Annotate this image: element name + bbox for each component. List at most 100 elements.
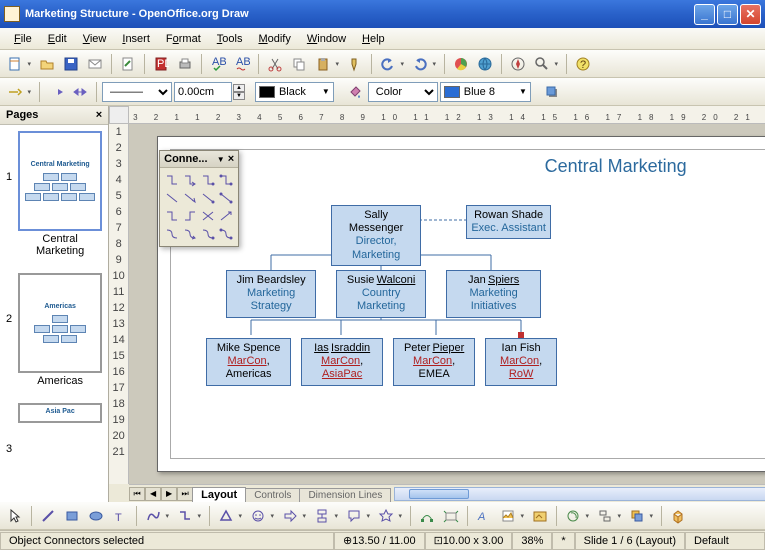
line-style-select[interactable]: ——— xyxy=(102,82,172,102)
palette-menu-icon[interactable]: ▼ xyxy=(217,155,225,164)
fill-type-select[interactable]: Color xyxy=(368,82,438,102)
minimize-button[interactable]: _ xyxy=(694,4,715,25)
print-button[interactable] xyxy=(174,53,196,75)
page-thumbnail[interactable]: Central Marketing xyxy=(18,131,102,231)
block-arrows-tool[interactable] xyxy=(279,505,301,527)
org-box[interactable]: Sally MessengerDirector, Marketing xyxy=(331,205,421,266)
save-button[interactable] xyxy=(60,53,82,75)
connector-icon[interactable] xyxy=(182,172,198,188)
format-paintbrush-button[interactable] xyxy=(344,53,366,75)
gallery-tool[interactable] xyxy=(529,505,551,527)
connector-icon[interactable] xyxy=(182,208,198,224)
export-pdf-button[interactable]: PDF xyxy=(150,53,172,75)
tab-nav-prev[interactable]: ◀ xyxy=(145,487,161,501)
vertical-ruler[interactable]: 123456789101112131415161718192021 xyxy=(109,124,129,484)
connector-icon[interactable] xyxy=(218,172,234,188)
connector-icon[interactable] xyxy=(182,190,198,206)
edit-file-button[interactable] xyxy=(117,53,139,75)
navigator-button[interactable] xyxy=(507,53,529,75)
sheet-tab-controls[interactable]: Controls xyxy=(245,488,300,502)
connector-icon[interactable] xyxy=(200,226,216,242)
symbol-shapes-tool[interactable] xyxy=(247,505,269,527)
menu-insert[interactable]: Insert xyxy=(114,30,158,48)
connector-icon[interactable] xyxy=(164,226,180,242)
menu-window[interactable]: Window xyxy=(299,30,354,48)
paint-bucket-icon[interactable] xyxy=(344,81,366,103)
connector-icon[interactable] xyxy=(218,226,234,242)
org-box[interactable]: Jim BeardsleyMarketing Strategy xyxy=(226,270,316,318)
pages-panel-close-icon[interactable]: × xyxy=(96,109,102,121)
sheet-tab-layout[interactable]: Layout xyxy=(192,487,246,502)
flowchart-tool[interactable] xyxy=(311,505,333,527)
auto-spellcheck-button[interactable]: ABC xyxy=(231,53,253,75)
connectors-palette[interactable]: Conne... ▼ × xyxy=(159,150,239,247)
menu-file[interactable]: FFileile xyxy=(6,30,40,48)
undo-button[interactable] xyxy=(377,53,399,75)
page-thumbnail[interactable]: Americas xyxy=(18,273,102,373)
org-box[interactable]: Mike SpenceMarCon, Americas xyxy=(206,338,291,386)
chart-button[interactable] xyxy=(450,53,472,75)
sheet-tab-dimension[interactable]: Dimension Lines xyxy=(299,488,391,502)
callout-tool[interactable] xyxy=(343,505,365,527)
palette-close-icon[interactable]: × xyxy=(228,153,234,165)
connector-icon[interactable] xyxy=(164,190,180,206)
menu-format[interactable]: Format xyxy=(158,30,209,48)
horizontal-ruler[interactable]: 3 2 1 1 2 3 4 5 6 7 8 9 10 11 12 13 14 1… xyxy=(129,106,765,124)
select-tool[interactable] xyxy=(4,505,26,527)
rectangle-tool[interactable] xyxy=(61,505,83,527)
org-box[interactable]: Ian FishMarCon, RoW xyxy=(485,338,557,386)
spellcheck-button[interactable]: ABC xyxy=(207,53,229,75)
ellipse-tool[interactable] xyxy=(85,505,107,527)
arrow-style-button[interactable] xyxy=(4,81,26,103)
menu-tools[interactable]: Tools xyxy=(209,30,251,48)
line-color-select[interactable]: Black ▼ xyxy=(255,82,334,102)
copy-button[interactable] xyxy=(288,53,310,75)
tab-nav-first[interactable]: ⏮ xyxy=(129,487,145,501)
zoom-button[interactable] xyxy=(531,53,553,75)
connector-icon[interactable] xyxy=(164,172,180,188)
connector-tool[interactable] xyxy=(174,505,196,527)
new-button[interactable] xyxy=(4,53,26,75)
line-tool[interactable] xyxy=(37,505,59,527)
org-box[interactable]: Jan SpiersMarketing Initiatives xyxy=(446,270,541,318)
tab-nav-next[interactable]: ▶ xyxy=(161,487,177,501)
open-button[interactable] xyxy=(36,53,58,75)
tab-nav-last[interactable]: ⏭ xyxy=(177,487,193,501)
arrange-tool[interactable] xyxy=(626,505,648,527)
curve-tool[interactable] xyxy=(142,505,164,527)
connector-icon[interactable] xyxy=(218,208,234,224)
alignment-tool[interactable] xyxy=(594,505,616,527)
from-file-tool[interactable] xyxy=(497,505,519,527)
line-width-up[interactable]: ▲ xyxy=(233,84,245,92)
shadow-button[interactable] xyxy=(541,81,563,103)
maximize-button[interactable]: □ xyxy=(717,4,738,25)
line-width-down[interactable]: ▼ xyxy=(233,92,245,100)
connector-icon[interactable] xyxy=(164,208,180,224)
cut-button[interactable] xyxy=(264,53,286,75)
org-box[interactable]: Susie WalconiCountry Marketing xyxy=(336,270,426,318)
menu-view[interactable]: View xyxy=(75,30,115,48)
status-zoom[interactable]: 38% xyxy=(512,532,552,550)
canvas[interactable]: Central Marketing xyxy=(129,124,765,484)
close-button[interactable]: ✕ xyxy=(740,4,761,25)
effects-tool[interactable] xyxy=(562,505,584,527)
redo-button[interactable] xyxy=(409,53,431,75)
email-button[interactable] xyxy=(84,53,106,75)
org-box[interactable]: Ias IsraddinMarCon, AsiaPac xyxy=(301,338,383,386)
help-button[interactable]: ? xyxy=(572,53,594,75)
org-box[interactable]: Rowan ShadeExec. Assistant xyxy=(466,205,551,239)
menu-modify[interactable]: Modify xyxy=(250,30,298,48)
menu-help[interactable]: Help xyxy=(354,30,393,48)
stars-tool[interactable] xyxy=(375,505,397,527)
line-endpoint-icon[interactable] xyxy=(45,81,67,103)
extrusion-tool[interactable] xyxy=(667,505,689,527)
hyperlink-button[interactable] xyxy=(474,53,496,75)
connector-icon[interactable] xyxy=(200,172,216,188)
basic-shapes-tool[interactable] xyxy=(215,505,237,527)
gluepoints-tool[interactable] xyxy=(440,505,462,527)
connector-icon[interactable] xyxy=(182,226,198,242)
horizontal-scrollbar[interactable] xyxy=(394,487,765,501)
connector-icon[interactable] xyxy=(200,208,216,224)
menu-edit[interactable]: Edit xyxy=(40,30,75,48)
fill-color-select[interactable]: Blue 8 ▼ xyxy=(440,82,531,102)
